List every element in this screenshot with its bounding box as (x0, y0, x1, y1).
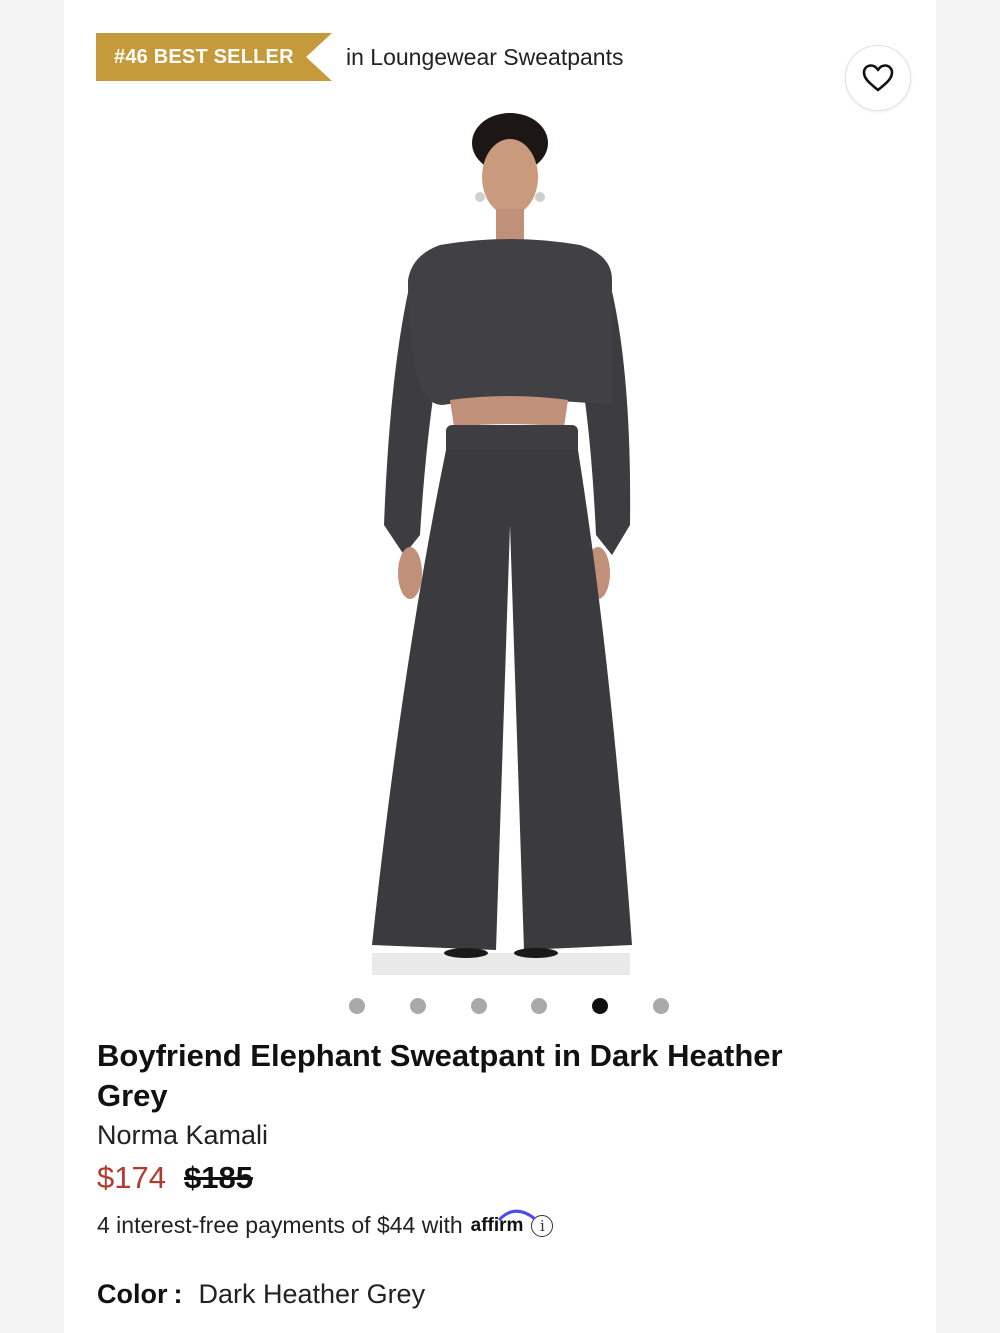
product-photo[interactable] (350, 105, 660, 977)
bestseller-ribbon: #46 BEST SELLER (96, 33, 332, 81)
carousel-dot[interactable] (410, 998, 426, 1014)
financing-text: 4 interest-free payments of $44 with (97, 1212, 463, 1238)
carousel-dot[interactable] (653, 998, 669, 1014)
bestseller-category: in Loungewear Sweatpants (346, 43, 624, 70)
product-title: Boyfriend Elephant Sweatpant in Dark Hea… (97, 1038, 783, 1113)
image-carousel-dots (347, 997, 677, 1015)
color-selector: Color : Dark Heather Grey (97, 1279, 425, 1310)
color-value: Dark Heather Grey (198, 1279, 426, 1309)
original-price: $185 (183, 1160, 253, 1195)
color-separator: : (173, 1279, 183, 1309)
affirm-logo[interactable]: affirm (471, 1209, 536, 1237)
price-row: $174 $185 (97, 1160, 253, 1196)
carousel-dot[interactable] (531, 998, 547, 1014)
affirm-arc-icon (497, 1209, 536, 1221)
heart-icon (862, 64, 894, 92)
favorite-button[interactable] (845, 45, 911, 111)
financing-row: 4 interest-free payments of $44 with aff… (97, 1209, 554, 1239)
brand-link[interactable]: Norma Kamali (97, 1120, 268, 1151)
bestseller-badge: #46 BEST SELLER in Loungewear Sweatpants (96, 33, 623, 81)
color-label: Color (97, 1279, 168, 1309)
carousel-dot-active[interactable] (592, 998, 608, 1014)
carousel-dot[interactable] (471, 998, 487, 1014)
sale-price: $174 (97, 1160, 166, 1195)
carousel-dot[interactable] (349, 998, 365, 1014)
